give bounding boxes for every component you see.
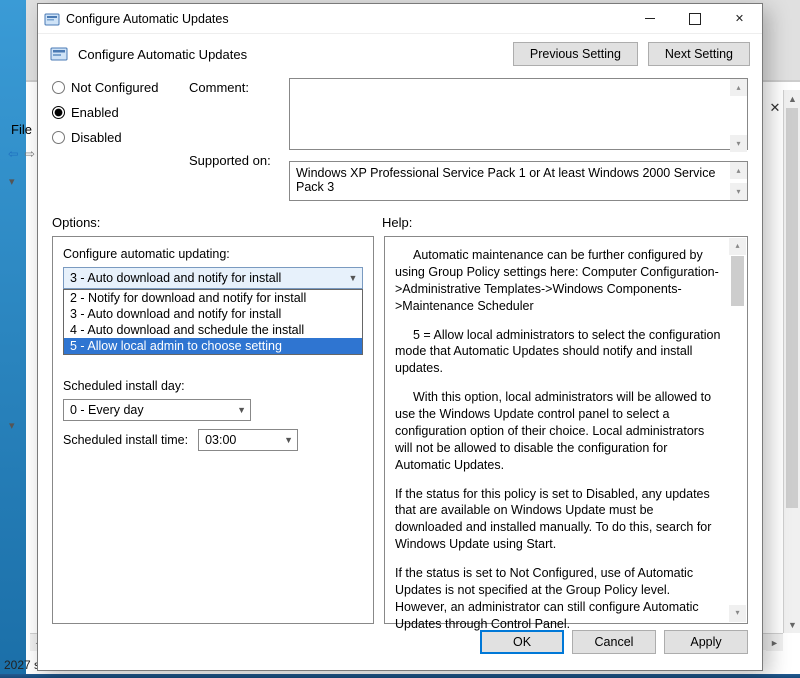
comment-textarea[interactable] [289, 78, 748, 150]
combo-selected-text: 3 - Auto download and notify for install [70, 271, 281, 285]
scroll-up-icon[interactable]: ▴ [730, 79, 747, 96]
cancel-button[interactable]: Cancel [572, 630, 656, 654]
comment-label: Comment: [189, 78, 287, 95]
radio-input[interactable] [52, 131, 65, 144]
close-icon: ✕ [770, 100, 781, 116]
radio-input[interactable] [52, 81, 65, 94]
select-value: 0 - Every day [70, 403, 144, 417]
combo-option[interactable]: 4 - Auto download and schedule the insta… [64, 322, 362, 338]
chevron-down-icon: ▼ [237, 405, 246, 415]
help-paragraph: 5 = Allow local administrators to select… [395, 327, 723, 378]
combo-option[interactable]: 5 - Allow local admin to choose setting [64, 338, 362, 354]
scrollbar-thumb[interactable] [731, 256, 744, 306]
scroll-down-icon[interactable]: ▾ [729, 605, 746, 622]
maximize-button[interactable] [672, 4, 717, 33]
next-setting-button[interactable]: Next Setting [648, 42, 750, 66]
background-file-menu[interactable]: File [11, 122, 32, 137]
supported-on-label: Supported on: [189, 151, 287, 168]
background-statusbar: 2027 s [4, 658, 40, 672]
scheduled-day-label: Scheduled install day: [63, 379, 363, 393]
select-value: 03:00 [205, 433, 236, 447]
tree-toggle-icon[interactable]: ▾ [9, 175, 15, 189]
scroll-up-icon[interactable]: ▴ [730, 162, 747, 179]
ok-button[interactable]: OK [480, 630, 564, 654]
state-radio-group: Not Configured Enabled Disabled [52, 78, 187, 201]
scroll-down-icon[interactable]: ▾ [730, 183, 747, 200]
dialog-subheader: Configure Automatic Updates Previous Set… [38, 34, 762, 74]
supported-on-wrap: Windows XP Professional Service Pack 1 o… [289, 161, 748, 201]
radio-label: Disabled [71, 130, 122, 145]
help-paragraph: With this option, local administrators w… [395, 389, 723, 473]
tree-toggle-icon[interactable]: ▾ [9, 419, 15, 433]
chevron-down-icon: ▼ [284, 435, 293, 445]
background-nav-arrows: ⇦ ⇨ [8, 146, 35, 161]
radio-disabled[interactable]: Disabled [52, 130, 187, 145]
scroll-right-icon[interactable]: ► [766, 634, 783, 651]
background-vertical-scrollbar[interactable]: ▲ ▼ [783, 90, 800, 633]
scheduled-time-select[interactable]: 03:00 ▼ [198, 429, 298, 451]
configure-updating-label: Configure automatic updating: [63, 247, 363, 261]
help-paragraph: If the status for this policy is set to … [395, 486, 723, 554]
scroll-up-icon[interactable]: ▲ [784, 90, 800, 107]
configure-updating-combo[interactable]: 3 - Auto download and notify for install… [63, 267, 363, 289]
back-arrow-icon[interactable]: ⇦ [8, 146, 18, 161]
minimize-button[interactable] [627, 4, 672, 33]
scheduled-time-label: Scheduled install time: [63, 433, 188, 447]
options-header: Options: [52, 215, 382, 230]
radio-input[interactable] [52, 106, 65, 119]
help-panel: Automatic maintenance can be further con… [384, 236, 748, 624]
radio-label: Not Configured [71, 80, 158, 95]
chevron-down-icon[interactable]: ▼ [344, 268, 362, 288]
window-title: Configure Automatic Updates [66, 12, 627, 26]
dialog-subtitle: Configure Automatic Updates [78, 47, 503, 62]
previous-setting-button[interactable]: Previous Setting [513, 42, 638, 66]
radio-not-configured[interactable]: Not Configured [52, 80, 187, 95]
options-panel: Configure automatic updating: 3 - Auto d… [52, 236, 374, 624]
help-paragraph: If the status is set to Not Configured, … [395, 565, 723, 633]
scroll-up-icon[interactable]: ▴ [729, 238, 746, 255]
scroll-down-icon[interactable]: ▼ [784, 616, 800, 633]
close-button[interactable] [717, 4, 762, 33]
combo-dropdown-list[interactable]: 2 - Notify for download and notify for i… [63, 289, 363, 355]
background-tree: ▾ ▾ [9, 175, 15, 433]
comment-scrollbar[interactable]: ▴ ▾ [730, 79, 747, 152]
policy-icon [50, 45, 68, 63]
radio-enabled[interactable]: Enabled [52, 105, 187, 120]
help-scrollbar[interactable]: ▴ ▾ [729, 238, 746, 622]
combo-option[interactable]: 3 - Auto download and notify for install [64, 306, 362, 322]
policy-icon [44, 11, 60, 27]
radio-label: Enabled [71, 105, 119, 120]
combo-option[interactable]: 2 - Notify for download and notify for i… [64, 290, 362, 306]
configure-updates-dialog: Configure Automatic Updates Configure Au… [37, 3, 763, 671]
forward-arrow-icon: ⇨ [24, 146, 34, 161]
scheduled-day-select[interactable]: 0 - Every day ▼ [63, 399, 251, 421]
comment-field-wrap: ▴ ▾ [289, 78, 748, 153]
scrollbar-thumb[interactable] [786, 108, 798, 508]
supported-on-text: Windows XP Professional Service Pack 1 o… [289, 161, 748, 201]
apply-button[interactable]: Apply [664, 630, 748, 654]
titlebar: Configure Automatic Updates [38, 4, 762, 34]
help-paragraph: Automatic maintenance can be further con… [395, 247, 723, 315]
supported-scrollbar[interactable]: ▴ ▾ [730, 162, 747, 200]
scroll-down-icon[interactable]: ▾ [730, 135, 747, 152]
taskbar [0, 674, 800, 678]
help-header: Help: [382, 215, 412, 230]
combo-selected-value[interactable]: 3 - Auto download and notify for install [63, 267, 363, 289]
